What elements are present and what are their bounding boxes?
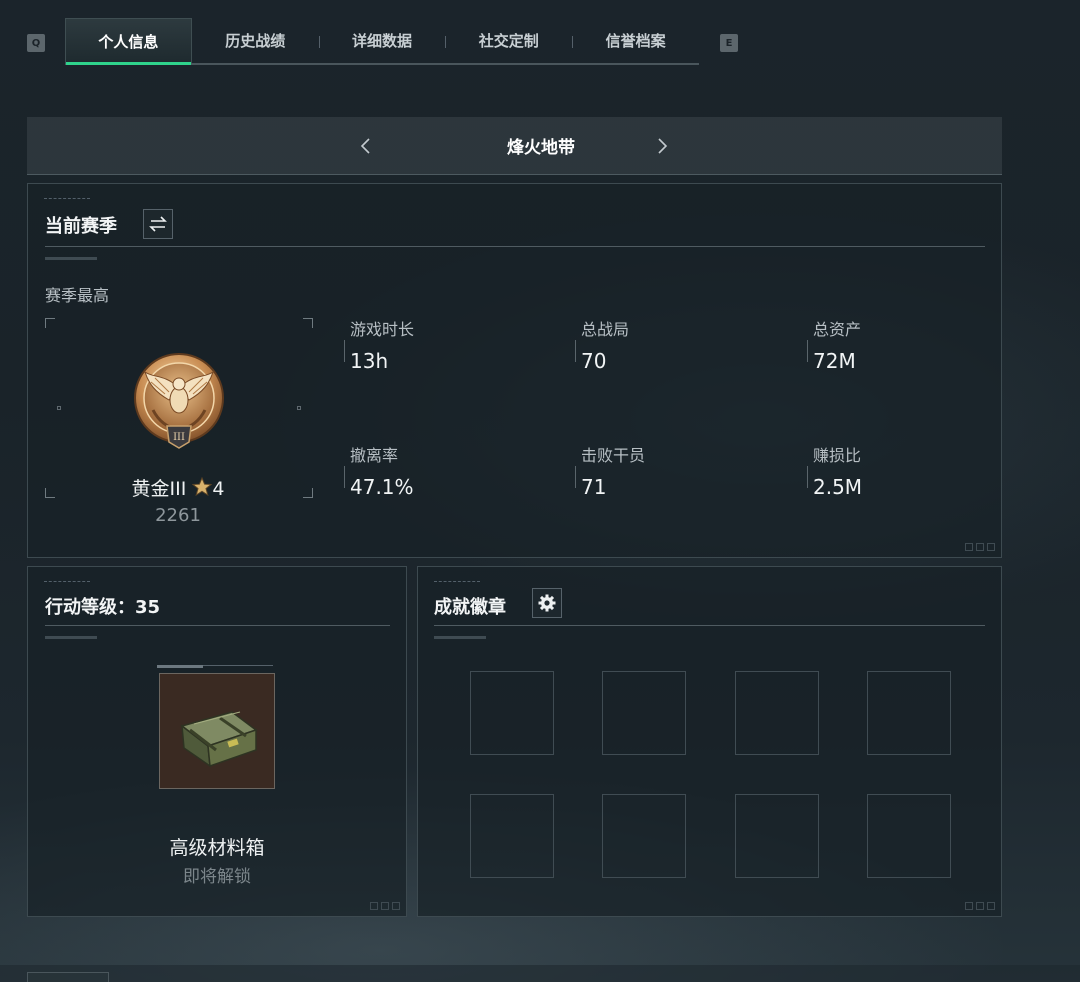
level-panel: 行动等级：35 高级材料箱 即将解锁 — [27, 566, 407, 917]
tab-reputation[interactable]: 信誉档案 — [572, 18, 699, 63]
corner-decor — [370, 902, 400, 910]
badge-slot-5[interactable] — [470, 794, 554, 878]
tab-match-history[interactable]: 历史战绩 — [192, 18, 319, 63]
decor-label — [44, 198, 90, 201]
e-key-hint[interactable]: E — [720, 34, 738, 52]
corner-decor — [965, 543, 995, 551]
stat-kills: 击败干员 71 — [575, 442, 801, 502]
reward-status: 即将解锁 — [183, 867, 251, 887]
level-title: 行动等级：35 — [45, 597, 161, 618]
reward-name: 高级材料箱 — [169, 837, 265, 859]
rank-stars: 4 — [212, 478, 225, 500]
reward-item-frame[interactable] — [159, 673, 275, 789]
stat-value: 72M — [813, 349, 856, 373]
rank-name: 黄金III — [131, 478, 187, 500]
stat-extract-rate: 撤离率 47.1% — [344, 442, 570, 502]
stat-label: 总资产 — [813, 320, 862, 339]
stat-value: 47.1% — [350, 475, 414, 499]
mode-title: 烽火地带 — [507, 138, 575, 158]
tab-detailed-data[interactable]: 详细数据 — [318, 18, 446, 63]
tab-personal-info[interactable]: 个人信息 — [65, 18, 192, 65]
tab-social-custom[interactable]: 社交定制 — [445, 18, 572, 63]
stat-total-assets: 总资产 72M — [807, 316, 1033, 376]
badge-slot-8[interactable] — [867, 794, 951, 878]
tab-bar: 个人信息 历史战绩 详细数据 社交定制 信誉档案 — [65, 18, 699, 65]
badge-slot-6[interactable] — [602, 794, 686, 878]
stat-total-matches: 总战局 70 — [575, 316, 801, 376]
decor-bar — [45, 636, 97, 639]
stat-label: 击败干员 — [581, 446, 646, 465]
mode-selector: 烽火地带 — [27, 117, 1002, 175]
badge-slot-1[interactable] — [470, 671, 554, 755]
season-panel: 当前赛季 赛季最高 III 黄金III 4 2261 游戏时长 13h 总战局 … — [27, 183, 1002, 558]
stat-profit-ratio: 赚损比 2.5M — [807, 442, 1033, 502]
badges-settings-button[interactable] — [532, 588, 562, 618]
stat-value: 70 — [581, 349, 607, 373]
swap-arrows-icon — [149, 216, 167, 232]
badges-panel: 成就徽章 — [417, 566, 1002, 917]
stat-label: 撤离率 — [350, 446, 399, 465]
stat-label: 赚损比 — [813, 446, 862, 465]
chevron-left-icon — [360, 138, 370, 154]
decor-bar — [45, 257, 97, 260]
mode-next-button[interactable] — [647, 131, 677, 161]
decor-label — [44, 581, 90, 584]
stat-play-time: 游戏时长 13h — [344, 316, 570, 376]
title-divider — [434, 625, 985, 626]
badge-slot-2[interactable] — [602, 671, 686, 755]
rank-frame: III — [45, 318, 313, 498]
season-best-label: 赛季最高 — [45, 286, 110, 305]
military-crate-icon — [180, 711, 258, 768]
chevron-right-icon — [658, 138, 668, 154]
bottom-band — [0, 965, 1080, 982]
title-divider — [45, 625, 390, 626]
reward-frame-strip — [157, 665, 273, 668]
svg-text:III: III — [173, 432, 185, 443]
badge-slot-4[interactable] — [867, 671, 951, 755]
stat-label: 总战局 — [581, 320, 630, 339]
stat-label: 游戏时长 — [350, 320, 415, 339]
bottom-tab-stub — [27, 972, 109, 982]
gear-icon — [538, 594, 556, 612]
stat-value: 13h — [350, 349, 389, 373]
title-divider — [45, 246, 985, 247]
badge-slot-7[interactable] — [735, 794, 819, 878]
season-title: 当前赛季 — [45, 216, 117, 237]
decor-bar — [434, 636, 486, 639]
season-switch-button[interactable] — [143, 209, 173, 239]
rank-score: 2261 — [155, 505, 201, 526]
badges-title: 成就徽章 — [434, 597, 506, 618]
gold-eagle-rank-emblem: III — [134, 353, 224, 449]
rank-name-row: 黄金III 4 — [58, 474, 298, 501]
q-key-hint[interactable]: Q — [27, 34, 45, 52]
decor-label — [434, 581, 480, 584]
stat-value: 71 — [581, 475, 607, 499]
corner-decor — [965, 902, 995, 910]
badge-slot-3[interactable] — [735, 671, 819, 755]
stat-value: 2.5M — [813, 475, 863, 499]
star-icon — [192, 476, 213, 497]
mode-prev-button[interactable] — [351, 131, 381, 161]
